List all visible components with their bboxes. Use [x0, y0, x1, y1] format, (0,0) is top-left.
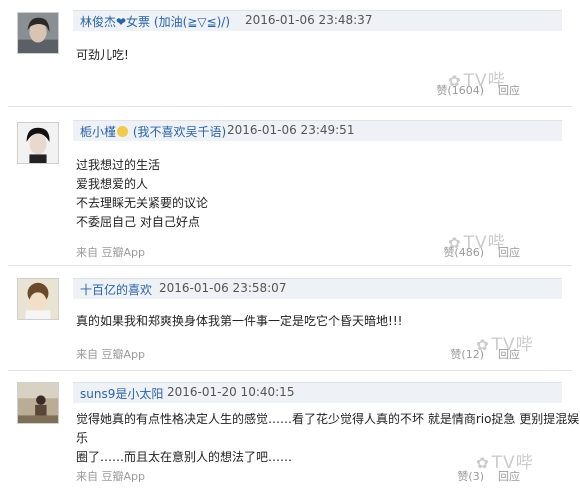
watermark: ✿ TV哔	[448, 71, 506, 91]
source-label: 来自 豆瓣App	[76, 470, 145, 483]
divider	[8, 106, 572, 107]
timestamp: 2016-01-06 23:58:07	[159, 281, 287, 295]
emoji-icon	[117, 126, 129, 137]
avatar[interactable]	[17, 278, 59, 320]
avatar[interactable]	[17, 12, 59, 54]
avatar[interactable]	[17, 382, 59, 424]
wechat-icon: ✿	[476, 336, 490, 354]
watermark: ✿ TV哔	[476, 453, 534, 473]
user-name-link[interactable]: 十百亿的喜欢	[80, 281, 152, 298]
source-label: 来自 豆瓣App	[76, 348, 145, 361]
user-name-link[interactable]: 林俊杰❤女票 (加油(≧▽≦)/)	[80, 13, 230, 30]
source-label: 来自 豆瓣App	[76, 246, 145, 259]
comment-item: 十百亿的喜欢 2016-01-06 23:58:07 真的如果我和郑爽换身体我第…	[0, 270, 580, 370]
timestamp: 2016-01-06 23:49:51	[227, 123, 355, 137]
watermark: ✿ TV哔	[448, 233, 506, 253]
comment-header: 栀小槿 (我不喜欢吴千语) 2016-01-06 23:49:51	[73, 120, 562, 141]
comment-header: 十百亿的喜欢 2016-01-06 23:58:07	[73, 278, 562, 299]
comment-item: suns9是小太阳 2016-01-20 10:40:15 觉得她真的有点性格决…	[0, 376, 580, 489]
comment-text: 可劲儿吃!	[76, 48, 129, 62]
timestamp: 2016-01-20 10:40:15	[167, 385, 295, 399]
wechat-icon: ✿	[448, 234, 462, 252]
comment-item: 栀小槿 (我不喜欢吴千语) 2016-01-06 23:49:51 过我想过的生…	[0, 110, 580, 265]
wechat-icon: ✿	[476, 454, 490, 472]
user-name-link[interactable]: 栀小槿 (我不喜欢吴千语)	[80, 123, 226, 140]
user-name-link[interactable]: suns9是小太阳	[80, 385, 163, 402]
comment-text: 过我想过的生活 爱我想爱的人 不去理睬无关紧要的议论 不委屈自己 对自己好点	[76, 158, 209, 229]
avatar[interactable]	[17, 122, 59, 164]
comment-header: suns9是小太阳 2016-01-20 10:40:15	[73, 382, 562, 403]
wechat-icon: ✿	[448, 72, 462, 90]
comment-item: 林俊杰❤女票 (加油(≧▽≦)/) 2016-01-06 23:48:37 可劲…	[0, 0, 580, 110]
divider	[8, 265, 572, 266]
divider	[8, 370, 572, 371]
timestamp: 2016-01-06 23:48:37	[245, 13, 373, 27]
comment-header: 林俊杰❤女票 (加油(≧▽≦)/) 2016-01-06 23:48:37	[73, 10, 562, 31]
comment-text: 真的如果我和郑爽换身体我第一件事一定是吃它个昏天暗地!!!	[76, 314, 403, 328]
watermark: ✿ TV哔	[476, 335, 534, 355]
